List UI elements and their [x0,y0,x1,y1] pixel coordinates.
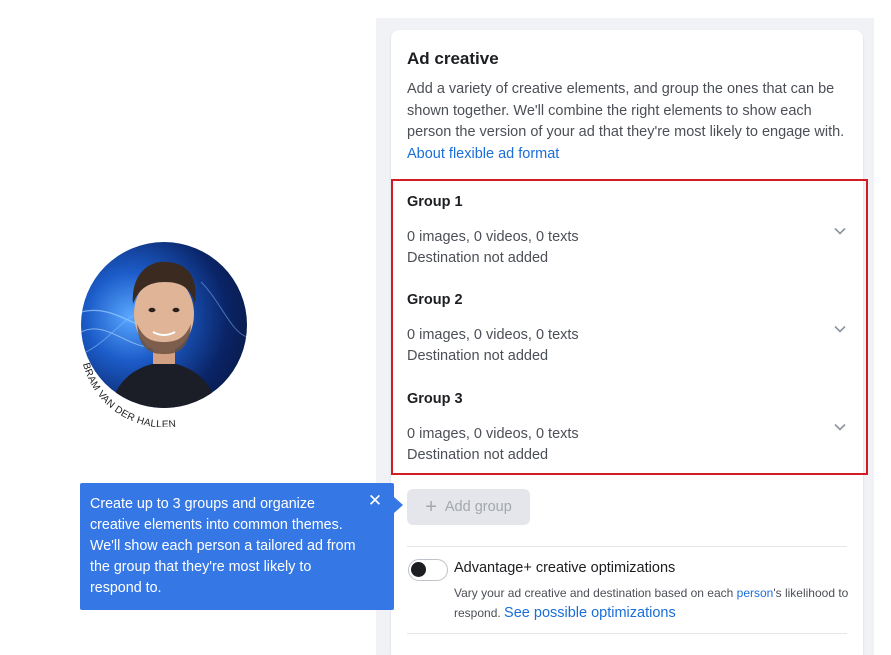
group-destination: Destination not added [407,250,549,266]
group-destination: Destination not added [407,447,549,463]
groups-highlight-box: Group 1 0 images, 0 videos, 0 texts Dest… [391,179,868,475]
group-summary: 0 images, 0 videos, 0 texts [407,426,579,442]
group-2[interactable]: Group 2 0 images, 0 videos, 0 texts Dest… [407,292,847,367]
ad-creative-card: Ad creative Add a variety of creative el… [391,30,868,655]
card-title: Ad creative [407,49,499,68]
card-description-text: Add a variety of creative elements, and … [407,81,845,140]
tooltip-text: Create up to 3 groups and organize creat… [90,496,356,596]
person-link[interactable]: person [737,586,774,600]
groups-tooltip: Create up to 3 groups and organize creat… [80,483,394,610]
group-1[interactable]: Group 1 0 images, 0 videos, 0 texts Dest… [407,194,847,269]
group-summary: 0 images, 0 videos, 0 texts [407,327,579,343]
group-destination: Destination not added [407,348,549,364]
divider [407,546,847,547]
see-possible-optimizations-link[interactable]: See possible optimizations [504,605,676,621]
advantage-plus-description: Vary your ad creative and destination ba… [454,583,854,623]
svg-text:BRAM VAN DER HALLEN: BRAM VAN DER HALLEN [80,362,177,427]
presenter-avatar-badge: BRAM VAN DER HALLEN [75,242,255,427]
avatar-caption-text: BRAM VAN DER HALLEN [80,362,176,427]
toggle-knob [411,562,426,577]
close-icon[interactable]: ✕ [367,492,383,509]
chevron-down-icon[interactable] [833,322,847,336]
advantage-plus-title: Advantage+ creative optimizations [454,560,676,576]
group-3[interactable]: Group 3 0 images, 0 videos, 0 texts Dest… [407,391,847,466]
card-description: Add a variety of creative elements, and … [407,79,847,165]
plus-icon: + [425,496,437,518]
group-title: Group 1 [407,194,463,210]
advantage-plus-toggle[interactable] [408,559,448,581]
add-group-button[interactable]: + Add group [407,489,530,525]
group-title: Group 2 [407,292,463,308]
advantage-desc-text-1: Vary your ad creative and destination ba… [454,586,737,600]
divider [407,633,847,634]
chevron-down-icon[interactable] [833,420,847,434]
add-group-label: Add group [444,499,512,515]
chevron-down-icon[interactable] [833,224,847,238]
avatar-caption: BRAM VAN DER HALLEN [80,362,177,427]
group-title: Group 3 [407,391,463,407]
tooltip-arrow [394,497,403,513]
about-flexible-ad-format-link[interactable]: About flexible ad format [407,146,559,162]
group-summary: 0 images, 0 videos, 0 texts [407,229,579,245]
